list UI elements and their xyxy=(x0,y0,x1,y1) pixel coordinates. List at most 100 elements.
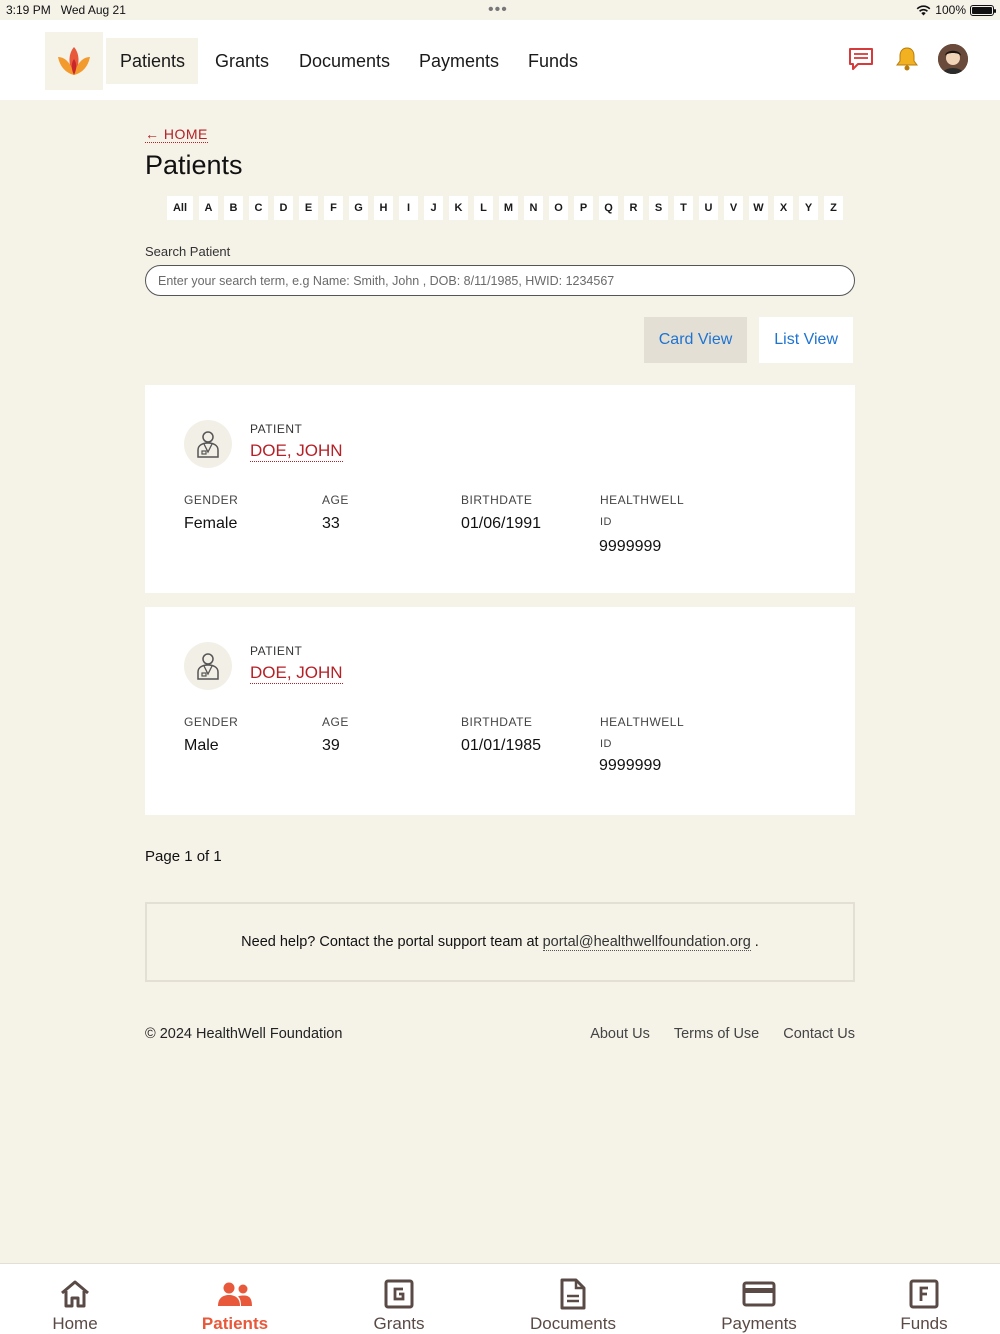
alpha-filter-s[interactable]: S xyxy=(649,196,668,220)
terms-of-use-link[interactable]: Terms of Use xyxy=(674,1026,759,1042)
tab-label: Payments xyxy=(721,1314,797,1333)
age-value: 39 xyxy=(322,737,340,754)
tab-label: Funds xyxy=(900,1314,948,1333)
card-view-button[interactable]: Card View xyxy=(643,317,748,363)
tab-home[interactable]: Home xyxy=(5,1264,145,1334)
tab-payments[interactable]: Payments xyxy=(689,1264,829,1334)
alpha-filter-y[interactable]: Y xyxy=(799,196,818,220)
people-icon xyxy=(217,1278,253,1310)
tab-label: Home xyxy=(52,1314,98,1333)
nav-patients[interactable]: Patients xyxy=(106,38,198,84)
nav-grants[interactable]: Grants xyxy=(201,38,283,84)
search-input[interactable] xyxy=(145,265,855,296)
alpha-filter-d[interactable]: D xyxy=(274,196,293,220)
document-icon xyxy=(559,1278,587,1310)
patient-name-link[interactable]: DOE, JOHN xyxy=(250,441,343,462)
alpha-filter-g[interactable]: G xyxy=(349,196,368,220)
view-toggle: Card View List View xyxy=(643,317,853,363)
alpha-filter-r[interactable]: R xyxy=(624,196,643,220)
list-view-button[interactable]: List View xyxy=(759,317,853,363)
home-icon xyxy=(59,1278,91,1310)
alpha-filter-e[interactable]: E xyxy=(299,196,318,220)
healthwell-label: HEALTHWELL xyxy=(600,493,685,507)
alpha-filter-q[interactable]: Q xyxy=(599,196,618,220)
grants-icon xyxy=(384,1278,414,1310)
about-us-link[interactable]: About Us xyxy=(590,1026,650,1042)
alpha-filter-i[interactable]: I xyxy=(399,196,418,220)
alpha-filter-j[interactable]: J xyxy=(424,196,443,220)
credit-card-icon xyxy=(742,1278,776,1310)
patient-label: PATIENT xyxy=(250,422,303,436)
tab-grants[interactable]: Grants xyxy=(329,1264,469,1334)
alpha-filter-x[interactable]: X xyxy=(774,196,793,220)
alphabet-filter: All A B C D E F G H I J K L M N O P Q R S T U V W X Y Z xyxy=(167,196,843,220)
tab-funds[interactable]: Funds xyxy=(854,1264,994,1334)
contact-us-link[interactable]: Contact Us xyxy=(783,1026,855,1042)
age-label: AGE xyxy=(322,493,349,507)
alpha-filter-w[interactable]: W xyxy=(749,196,768,220)
birthdate-label: BIRTHDATE xyxy=(461,493,533,507)
nav-funds[interactable]: Funds xyxy=(514,38,592,84)
battery-percent: 100% xyxy=(935,3,966,17)
battery-icon xyxy=(970,4,996,16)
copyright: © 2024 HealthWell Foundation xyxy=(145,1026,343,1042)
tab-patients[interactable]: Patients xyxy=(165,1264,305,1334)
id-label: ID xyxy=(600,738,612,750)
alpha-filter-a[interactable]: A xyxy=(199,196,218,220)
support-email-link[interactable]: portal@healthwellfoundation.org xyxy=(542,934,751,951)
bottom-tab-bar: Home Patients Grants Documents Payments … xyxy=(0,1263,1000,1334)
wifi-icon xyxy=(916,4,931,15)
alpha-filter-l[interactable]: L xyxy=(474,196,493,220)
status-bar: 3:19 PM Wed Aug 21 ••• 100% xyxy=(0,0,1000,20)
alpha-filter-v[interactable]: V xyxy=(724,196,743,220)
alpha-filter-o[interactable]: O xyxy=(549,196,568,220)
help-suffix: . xyxy=(754,934,759,950)
help-box: Need help? Contact the portal support te… xyxy=(145,902,855,982)
alpha-filter-t[interactable]: T xyxy=(674,196,693,220)
tab-label: Documents xyxy=(530,1314,616,1333)
tab-documents[interactable]: Documents xyxy=(503,1264,643,1334)
alpha-filter-z[interactable]: Z xyxy=(824,196,843,220)
tab-label: Patients xyxy=(201,1314,269,1333)
alpha-filter-h[interactable]: H xyxy=(374,196,393,220)
birthdate-value: 01/06/1991 xyxy=(461,515,542,532)
id-label: ID xyxy=(600,516,612,528)
funds-icon xyxy=(909,1278,939,1310)
healthwell-id-value: 9999999 xyxy=(599,538,662,555)
alpha-filter-n[interactable]: N xyxy=(524,196,543,220)
healthwell-label: HEALTHWELL xyxy=(600,715,685,729)
search-label: Search Patient xyxy=(145,244,231,259)
footer: © 2024 HealthWell Foundation About Us Te… xyxy=(145,1026,855,1042)
nav-documents[interactable]: Documents xyxy=(285,38,404,84)
nav-payments[interactable]: Payments xyxy=(405,38,513,84)
flame-lotus-logo-icon xyxy=(58,47,90,75)
person-icon xyxy=(184,420,232,468)
status-right: 100% xyxy=(916,3,996,17)
multitask-dots-icon[interactable]: ••• xyxy=(488,1,508,19)
alpha-filter-p[interactable]: P xyxy=(574,196,593,220)
bell-icon[interactable] xyxy=(892,44,922,74)
avatar[interactable] xyxy=(938,44,968,74)
person-icon xyxy=(184,642,232,690)
alpha-filter-k[interactable]: K xyxy=(449,196,468,220)
gender-label: GENDER xyxy=(184,715,239,729)
alpha-filter-f[interactable]: F xyxy=(324,196,343,220)
logo[interactable] xyxy=(45,32,103,90)
chat-bubble-icon[interactable] xyxy=(846,44,876,74)
alpha-filter-c[interactable]: C xyxy=(249,196,268,220)
patient-card: PATIENT DOE, JOHN GENDER AGE BIRTHDATE H… xyxy=(145,607,855,815)
alpha-filter-all[interactable]: All xyxy=(167,196,193,220)
patient-name-link[interactable]: DOE, JOHN xyxy=(250,663,343,684)
back-home-link[interactable]: ← HOME xyxy=(145,126,208,143)
patient-card: PATIENT DOE, JOHN GENDER AGE BIRTHDATE H… xyxy=(145,385,855,593)
top-icons xyxy=(846,44,968,74)
age-value: 33 xyxy=(322,515,340,532)
alpha-filter-m[interactable]: M xyxy=(499,196,518,220)
birthdate-label: BIRTHDATE xyxy=(461,715,533,729)
gender-value: Male xyxy=(184,737,219,754)
gender-value: Female xyxy=(184,515,238,532)
alpha-filter-u[interactable]: U xyxy=(699,196,718,220)
help-text: Need help? Contact the portal support te… xyxy=(241,934,539,950)
top-nav: Patients Grants Documents Payments Funds xyxy=(0,20,1000,100)
alpha-filter-b[interactable]: B xyxy=(224,196,243,220)
